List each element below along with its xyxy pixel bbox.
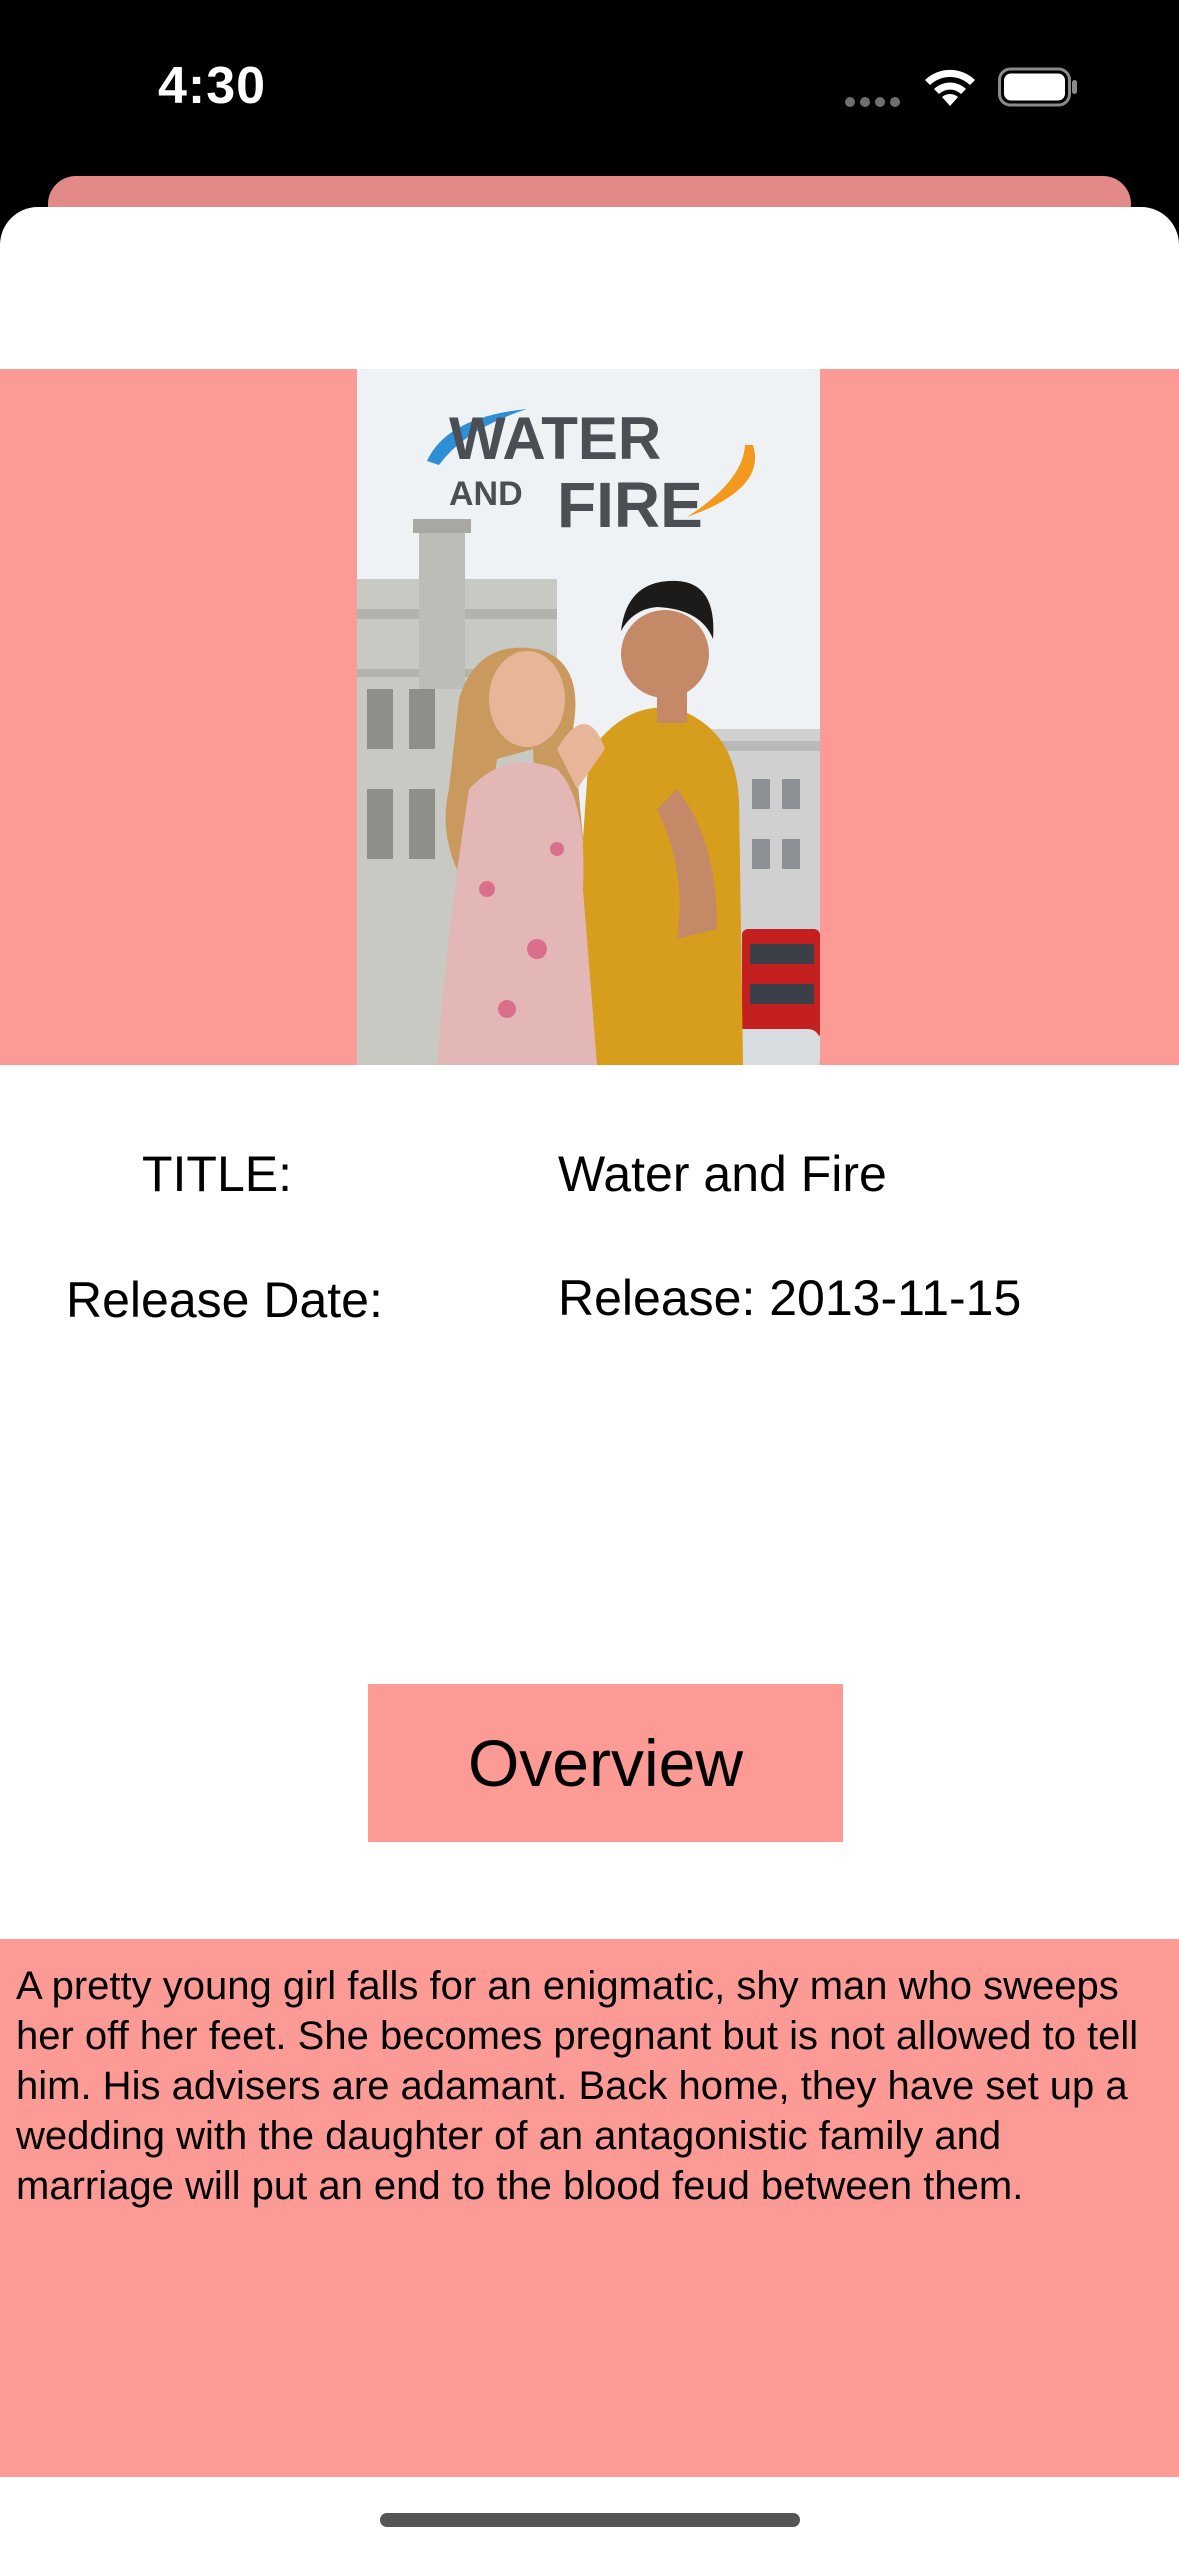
title-value: Water and Fire xyxy=(558,1146,887,1202)
status-bar: 4:30 xyxy=(0,0,1179,180)
movie-poster: WATER AND FIRE xyxy=(357,369,820,1065)
wifi-icon xyxy=(925,69,975,106)
battery-icon xyxy=(998,67,1077,107)
movie-detail-sheet: WATER AND FIRE TITLE: Water and Fire Rel… xyxy=(0,207,1179,2556)
overview-text-area: A pretty young girl falls for an enigmat… xyxy=(0,1939,1179,2477)
release-date-label: Release Date: xyxy=(66,1272,383,1328)
poster-logo-water: WATER xyxy=(449,405,661,472)
title-label: TITLE: xyxy=(142,1146,293,1202)
poster-logo-and: AND xyxy=(449,475,523,513)
home-indicator[interactable] xyxy=(380,2513,800,2527)
status-time: 4:30 xyxy=(158,57,267,115)
overview-text: A pretty young girl falls for an enigmat… xyxy=(16,1964,1139,2208)
cellular-signal-icon xyxy=(845,94,905,107)
poster-logo-fire: FIRE xyxy=(557,469,703,541)
release-date-value: Release: 2013-11-15 xyxy=(558,1270,1022,1326)
overview-button[interactable]: Overview xyxy=(368,1684,843,1842)
